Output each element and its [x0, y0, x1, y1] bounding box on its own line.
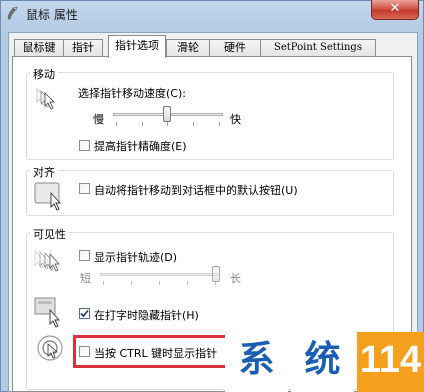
snap-to-button-icon [34, 182, 62, 211]
trails-short-label: 短 [80, 272, 91, 285]
watermark-tile-2: 统 [291, 332, 354, 392]
snap-to-default-label: 自动将指针移动到对话框中的默认按钮(U) [94, 184, 298, 197]
pointer-trails-checkbox[interactable] [79, 250, 90, 261]
fast-label: 快 [230, 113, 241, 126]
slider-tick [215, 281, 216, 285]
trails-long-label: 长 [230, 272, 241, 285]
site-watermark: 系 统 114 [225, 332, 424, 392]
slider-tick [219, 122, 220, 126]
motion-heading: 移动 [30, 66, 58, 82]
window-title: 鼠标 属性 [26, 8, 78, 22]
snap-to-default-checkbox[interactable] [79, 183, 90, 194]
watermark-number: 114 [359, 339, 422, 381]
hide-while-typing-icon [34, 297, 61, 328]
slider-tick [167, 122, 168, 126]
pointer-trails-icon [34, 250, 60, 272]
tab-hardware[interactable]: 硬件 [209, 39, 261, 56]
highlight-box [73, 335, 233, 368]
trails-slider-thumb[interactable] [212, 266, 220, 282]
slider-tick [131, 281, 132, 285]
tab-setpoint-settings[interactable]: SetPoint Settings [260, 39, 376, 56]
slider-tick [159, 281, 160, 285]
slow-label: 慢 [93, 113, 104, 126]
pointer-speed-icon [36, 88, 55, 110]
enhance-precision-checkbox[interactable] [79, 140, 90, 151]
speed-slider-thumb[interactable] [163, 106, 171, 122]
close-button[interactable]: ✕ [371, 0, 419, 20]
speed-label: 选择指针移动速度(C): [78, 87, 186, 100]
tab-pointer-options[interactable]: 指针选项 [108, 35, 166, 58]
tab-buttons[interactable]: 鼠标键 [14, 39, 64, 56]
slider-tick [142, 122, 143, 126]
watermark-tile-1: 系 [225, 332, 288, 392]
check-mark-icon [80, 309, 89, 318]
slider-tick [116, 122, 117, 126]
ctrl-locate-pointer-icon [37, 335, 63, 361]
hide-while-typing-label: 在打字时隐藏指针(H) [94, 309, 199, 322]
pointer-trails-label: 显示指针轨迹(D) [94, 251, 178, 264]
tab-wheel[interactable]: 滑轮 [166, 39, 210, 56]
visibility-heading: 可见性 [30, 226, 69, 242]
tab-pointers[interactable]: 指针 [63, 39, 103, 56]
slider-tick [193, 122, 194, 126]
enhance-precision-label: 提高指针精确度(E) [94, 140, 187, 153]
watermark-char-1: 系 [238, 339, 275, 380]
mouse-properties-icon [7, 6, 18, 20]
watermark-tile-3: 114 [357, 332, 424, 392]
hide-while-typing-checkbox[interactable] [79, 308, 90, 319]
trails-slider-track[interactable] [100, 273, 218, 276]
slider-tick [103, 281, 104, 285]
watermark-char-2: 统 [304, 339, 341, 380]
slider-tick [187, 281, 188, 285]
snap-heading: 对齐 [30, 164, 58, 180]
